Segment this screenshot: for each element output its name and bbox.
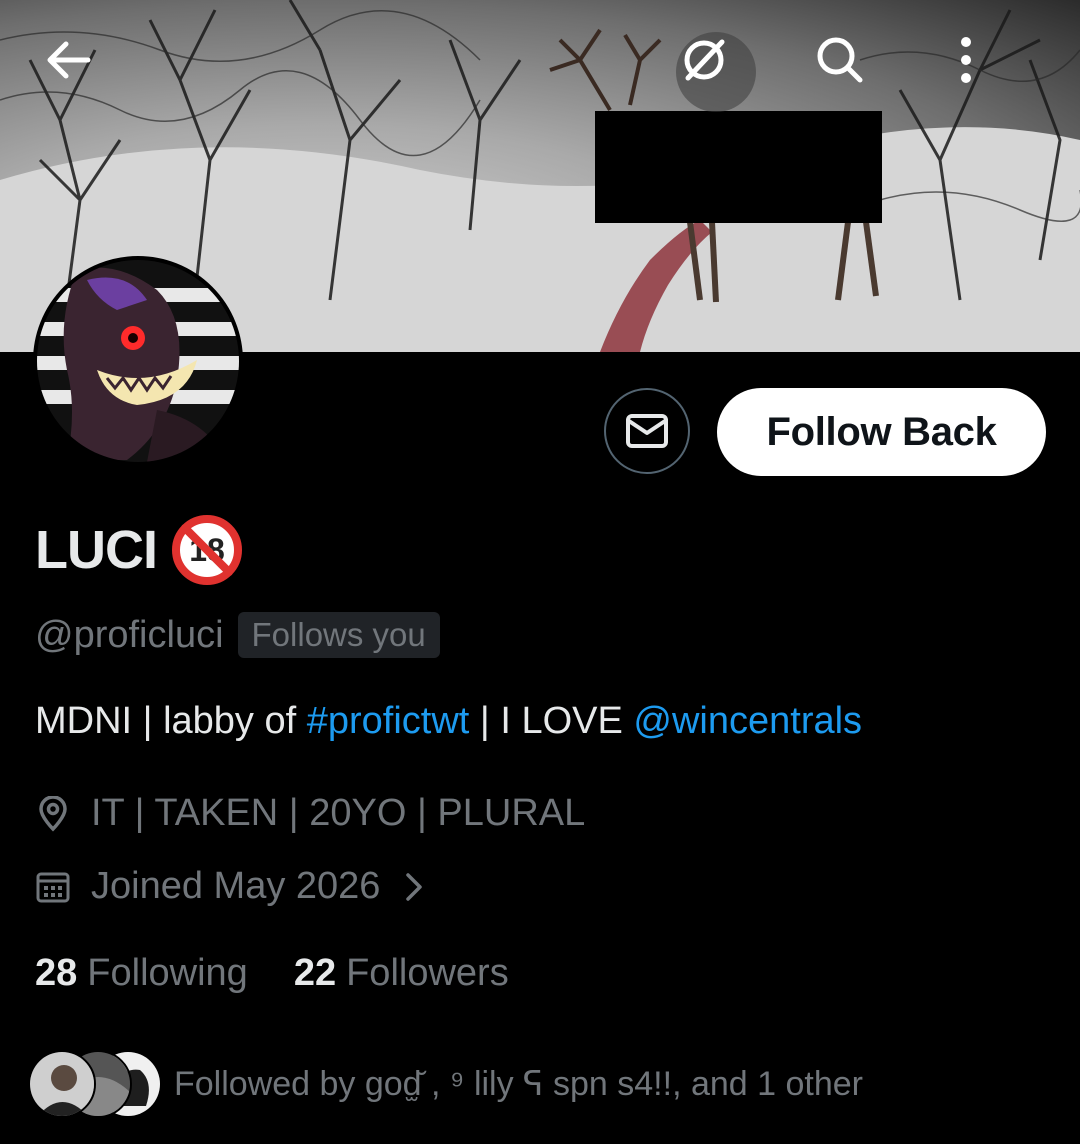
profile-avatar[interactable] bbox=[33, 256, 243, 466]
follows-you-badge: Follows you bbox=[237, 612, 440, 658]
back-button[interactable] bbox=[40, 32, 120, 112]
followers-link[interactable]: 22 Followers bbox=[294, 952, 509, 995]
user-handle: @proficluci bbox=[35, 613, 224, 656]
handle-row: @proficluci Follows you bbox=[35, 612, 440, 658]
avatar-image bbox=[37, 260, 239, 462]
followers-count: 22 bbox=[293, 952, 337, 994]
search-button[interactable] bbox=[812, 32, 892, 112]
joined-date: Joined May 2026 bbox=[91, 865, 381, 907]
display-name: LUCI bbox=[35, 520, 158, 580]
mention-link[interactable]: @wincentrals bbox=[633, 700, 862, 742]
following-label: Following bbox=[87, 952, 248, 994]
location-text: IT | TAKEN | 20YO | PLURAL bbox=[91, 792, 586, 834]
grok-icon bbox=[684, 39, 725, 81]
follow-back-button[interactable]: Follow Back bbox=[717, 388, 1046, 476]
followed-by-row[interactable]: Followed by god̫̆ , ⁹ lily ᕋ spn s4!!, a… bbox=[28, 1050, 863, 1118]
followed-by-text: Followed by god̫̆ , ⁹ lily ᕋ spn s4!!, a… bbox=[174, 1065, 863, 1103]
no-under-18-icon: 18 bbox=[171, 515, 242, 585]
following-count: 28 bbox=[35, 952, 78, 994]
censor-bar bbox=[595, 111, 882, 223]
bio-text: | I LOVE bbox=[469, 700, 634, 742]
following-link[interactable]: 28 Following bbox=[35, 952, 248, 995]
profile-bio: MDNI | labby of #profictwt | I LOVE @win… bbox=[35, 700, 862, 743]
chevron-right-icon bbox=[406, 872, 423, 901]
envelope-icon bbox=[626, 414, 668, 448]
bio-text: MDNI | labby of bbox=[35, 700, 307, 742]
arrow-left-icon bbox=[47, 41, 91, 79]
mutual-avatars bbox=[28, 1050, 164, 1118]
calendar-icon bbox=[36, 872, 70, 902]
joined-row[interactable]: Joined May 2026 bbox=[35, 865, 426, 908]
location-row: IT | TAKEN | 20YO | PLURAL bbox=[35, 792, 585, 835]
followers-label: Followers bbox=[346, 952, 509, 994]
name-row: LUCI 18 bbox=[35, 514, 243, 586]
follow-stats: 28 Following 22 Followers bbox=[35, 952, 509, 995]
search-icon bbox=[817, 37, 863, 83]
message-button[interactable] bbox=[604, 388, 690, 474]
more-button[interactable] bbox=[956, 32, 1036, 112]
hashtag-link[interactable]: #profictwt bbox=[307, 700, 470, 742]
grok-button[interactable] bbox=[676, 32, 756, 112]
avatar bbox=[28, 1050, 96, 1118]
location-pin-icon bbox=[39, 795, 67, 831]
more-vertical-icon bbox=[961, 37, 971, 83]
